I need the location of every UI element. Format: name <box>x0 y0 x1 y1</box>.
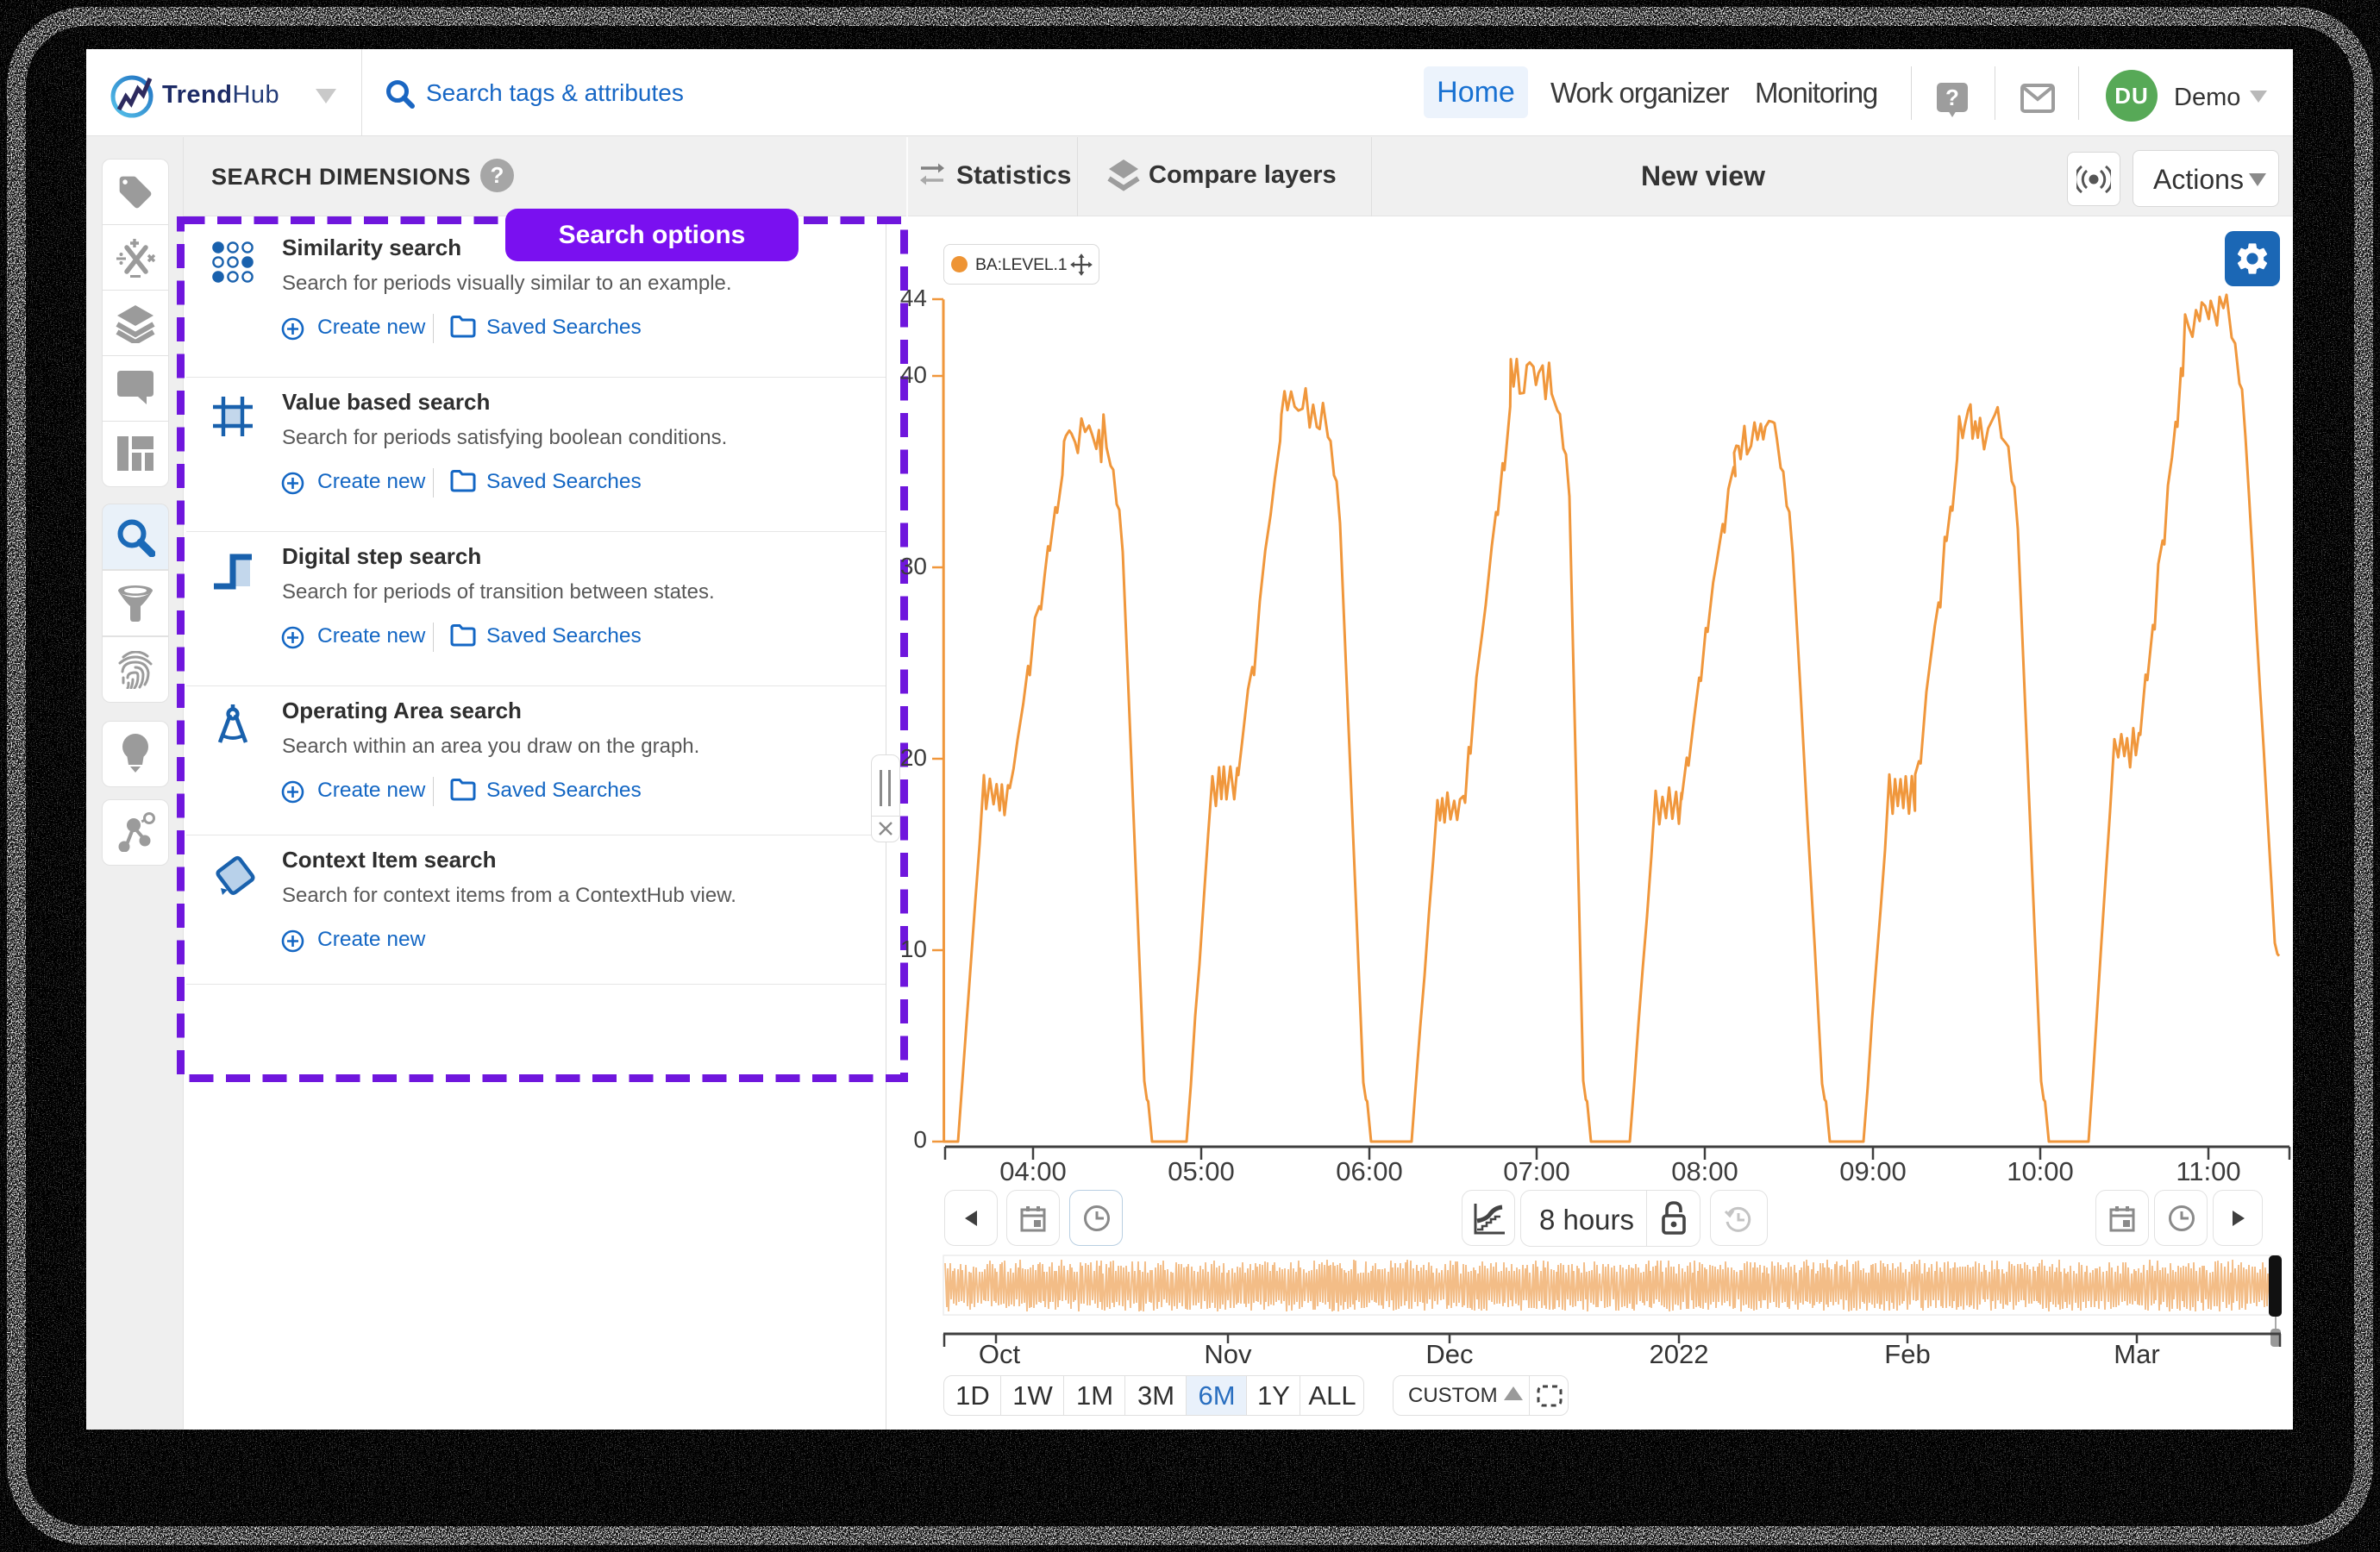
svg-text:?: ? <box>1945 84 1959 110</box>
